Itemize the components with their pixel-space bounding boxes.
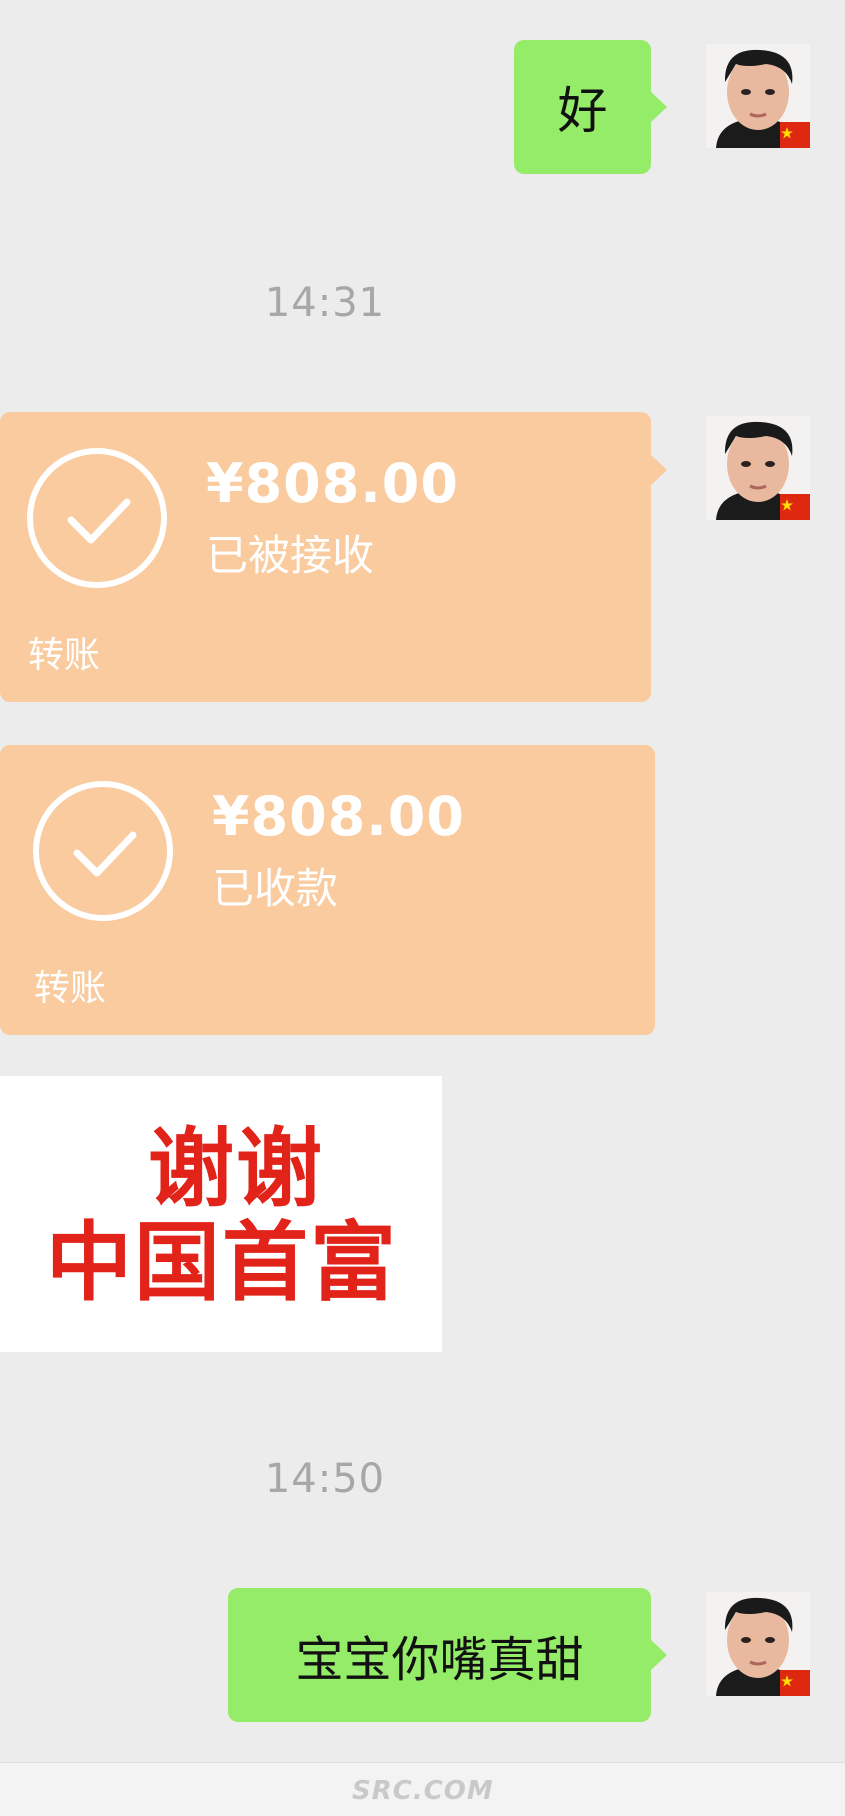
transfer-card-received[interactable]: ¥808.00 已被接收 转账 — [0, 412, 667, 702]
watermark: SRC.COM — [352, 1776, 494, 1806]
user-avatar-with-china-flag-icon — [706, 416, 810, 520]
transfer-amount: ¥808.00 — [206, 452, 459, 515]
transfer-amount: ¥808.00 — [212, 785, 465, 848]
transfer-status: 已收款 — [212, 864, 339, 913]
sticker-text-line-2: 中国首富 — [46, 1213, 398, 1313]
transfer-status: 已被接收 — [206, 531, 375, 580]
sticker-image[interactable]: 谢谢 中国首富 — [0, 1076, 442, 1352]
message-text: 好 — [557, 82, 608, 140]
transfer-label: 转账 — [34, 968, 107, 1009]
timestamp: 14:31 — [264, 280, 386, 326]
sent-message-bubble[interactable]: 好 — [514, 40, 667, 174]
timestamp: 14:50 — [264, 1456, 386, 1502]
avatar[interactable] — [706, 1592, 810, 1696]
message-text: 宝宝你嘴真甜 — [295, 1632, 584, 1688]
avatar[interactable] — [706, 44, 810, 148]
check-circle-icon — [33, 781, 173, 921]
sent-message-bubble[interactable]: 宝宝你嘴真甜 — [228, 1588, 667, 1722]
user-avatar-with-china-flag-icon — [706, 1592, 810, 1696]
user-avatar-with-china-flag-icon — [706, 44, 810, 148]
transfer-label: 转账 — [28, 635, 101, 676]
transfer-card-collected[interactable]: ¥808.00 已收款 转账 — [0, 745, 655, 1035]
check-circle-icon — [27, 448, 167, 588]
avatar[interactable] — [706, 416, 810, 520]
